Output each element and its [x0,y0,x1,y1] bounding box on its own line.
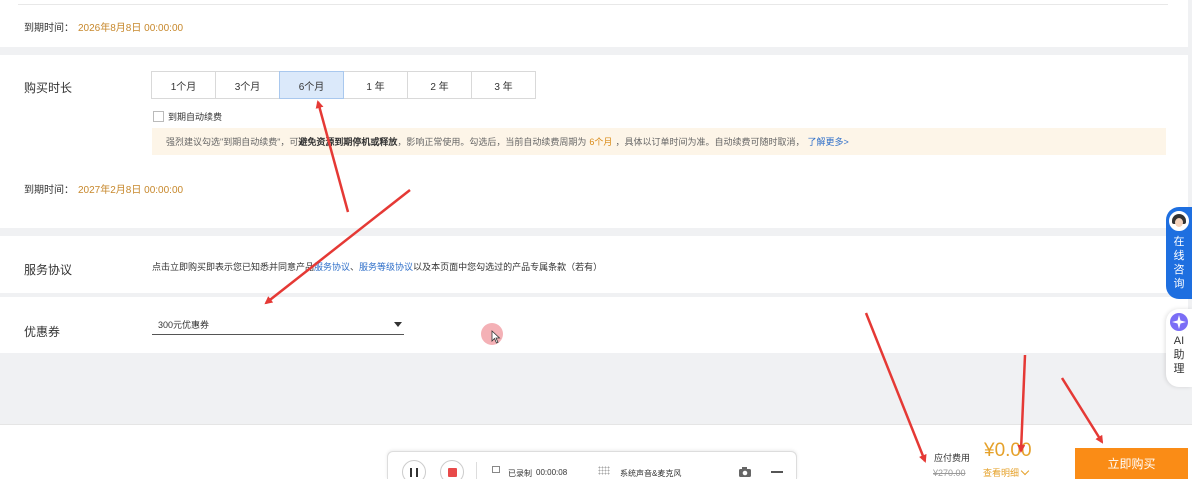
learn-more-link[interactable]: 了解更多> [807,135,848,148]
service-agreement-link[interactable]: 服务协议 [314,262,350,272]
fee-label: 应付费用 [934,453,971,463]
agreement-text-part: 、 [350,262,360,272]
agreement-text-part: 以及本页面中您勾选过的产品专属条款（若有） [413,262,603,272]
avatar [1169,211,1189,231]
notice-text: ，具体以订单时间为准。自动续费可随时取消， [615,137,805,147]
ai-char: 助 [1173,349,1185,361]
caret-down-icon [394,322,402,327]
audio-icon [598,466,610,475]
mouse-pointer-icon [491,330,501,344]
notice-bold-text: 避免资源到期停机或释放 [298,137,398,147]
agreement-text: 点击立即购买即表示您已知悉并同意产品服务协议、服务等级协议以及本页面中您勾选过的… [152,260,602,273]
ai-char: AI [1173,335,1185,347]
duration-tabs: 1个月 3个月 6个月 1 年 2 年 3 年 [151,71,536,99]
service-label: 服务协议 [24,263,73,277]
new-expiry: 到期时间： 2027年2月8日 00:00:00 [24,181,183,196]
notice-text: 强烈建议勾选"到期自动续费"，可 [166,137,299,147]
ai-sparkle-icon [1170,313,1188,331]
previous-section-panel: 到期时间： 2026年8月8日 00:00:00 [0,0,1188,47]
duration-panel: 购买时长 1个月 3个月 6个月 1 年 2 年 3 年 到期自动续费 强烈建议… [0,55,1188,228]
ai-char: 理 [1173,363,1185,375]
recording-status: 已录制 [508,469,532,478]
coupon-label: 优惠券 [24,325,61,339]
stop-recording-button[interactable] [440,460,464,479]
coupon-select[interactable]: 300元优惠券 [152,315,404,335]
original-price: ¥270.00 [933,468,966,478]
screen-recorder-toolbar: 已录制 00:00:08 系统声音&麦克风 [387,451,797,479]
expiry-value: 2026年8月8日 00:00:00 [78,23,184,34]
consult-char: 线 [1173,250,1185,262]
camera-icon[interactable] [738,466,752,478]
duration-option-2-years[interactable]: 2 年 [407,71,472,99]
consult-char: 询 [1173,278,1185,290]
duration-option-3-years[interactable]: 3 年 [471,71,536,99]
recording-time: 00:00:08 [536,468,568,477]
coupon-panel: 优惠券 300元优惠券 [0,297,1188,353]
pause-icon [410,467,418,477]
coupon-selected-value: 300元优惠券 [158,320,210,330]
agreement-text-part: 点击立即购买即表示您已知悉并同意产品 [152,262,315,272]
duration-option-6-months[interactable]: 6个月 [279,71,344,99]
total-price: ¥0.00 [984,440,1032,461]
auto-renew-notice: 强烈建议勾选"到期自动续费"，可 避免资源到期停机或释放 ，影响正常使用。勾选后，当… [152,128,1166,155]
notice-period: 6个月 [589,137,613,147]
view-details-label: 查看明细 [983,468,1020,478]
consult-char: 在 [1173,236,1185,248]
service-agreement-panel: 服务协议 点击立即购买即表示您已知悉并同意产品服务协议、服务等级协议以及本页面中… [0,236,1188,293]
duration-option-1-year[interactable]: 1 年 [343,71,408,99]
previous-expiry: 到期时间： 2026年8月8日 00:00:00 [24,19,183,34]
divider [18,4,1168,5]
audio-source[interactable]: 系统声音&麦克风 [620,468,681,479]
auto-renew-label: 到期自动续费 [168,112,223,122]
chevron-down-icon [1020,466,1030,475]
consult-char: 咨 [1173,264,1185,276]
view-details-link[interactable]: 查看明细 [983,466,1030,479]
duration-option-3-months[interactable]: 3个月 [215,71,280,99]
minimize-icon[interactable] [771,471,783,473]
divider [476,462,477,479]
online-consult-button[interactable]: 在 线 咨 询 [1166,207,1192,299]
notice-text: ，影响正常使用。勾选后，当前自动续费周期为 [397,137,587,147]
ai-assistant-button[interactable]: AI 助 理 [1166,309,1192,387]
auto-renew-option[interactable]: 到期自动续费 [153,110,222,123]
expiry-label: 到期时间： [24,23,74,34]
expiry-label: 到期时间： [24,185,74,196]
buy-now-button[interactable]: 立即购买 [1075,448,1188,479]
auto-renew-checkbox[interactable] [153,111,164,122]
recording-icon [492,466,500,473]
pause-recording-button[interactable] [402,460,426,479]
stop-icon [447,467,457,477]
sla-link[interactable]: 服务等级协议 [359,262,413,272]
duration-option-1-month[interactable]: 1个月 [151,71,216,99]
expiry-value: 2027年2月8日 00:00:00 [78,185,184,196]
duration-label: 购买时长 [24,81,73,95]
